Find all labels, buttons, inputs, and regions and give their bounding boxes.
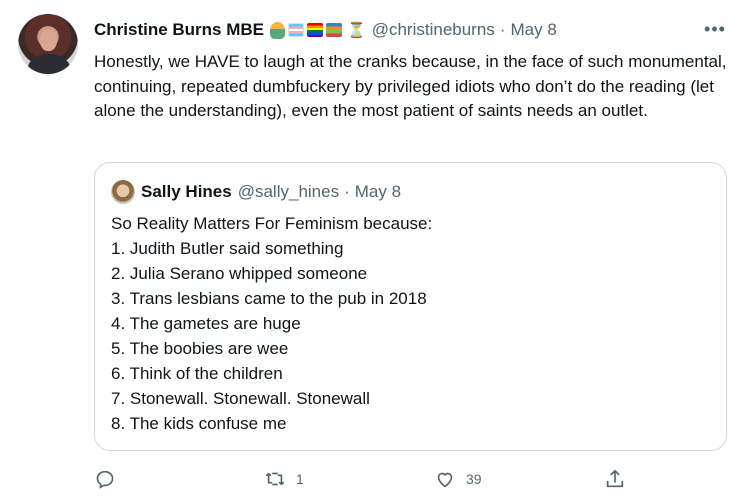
quoted-line: 5. The boobies are wee <box>111 339 289 358</box>
name-emojis: ⏳ <box>270 21 366 39</box>
quoted-display-name: Sally Hines <box>141 182 232 201</box>
more-options-icon[interactable]: ••• <box>700 16 730 42</box>
books-emoji-icon <box>326 23 343 37</box>
avatar-body <box>28 54 70 74</box>
quoted-line: 4. The gametes are huge <box>111 314 301 333</box>
quoted-avatar <box>111 180 135 204</box>
separator-dot: · <box>499 20 506 39</box>
heart-icon <box>437 472 453 488</box>
retweet-icon <box>265 472 285 486</box>
display-name[interactable]: Christine Burns MBE <box>94 20 264 40</box>
quoted-date: May 8 <box>354 182 402 201</box>
reply-button[interactable] <box>94 462 126 496</box>
tweet-text: Honestly, we HAVE to laugh at the cranks… <box>94 52 727 120</box>
handle[interactable]: @christineburns <box>372 20 495 40</box>
quoted-line: 6. Think of the children <box>111 364 283 383</box>
mermaid-emoji-icon <box>270 21 286 39</box>
trans-flag-emoji-icon <box>288 23 305 37</box>
quoted-tweet-header: Sally Hines @sally_hines · May 8 <box>111 180 401 204</box>
quoted-line: 2. Julia Serano whipped someone <box>111 264 368 283</box>
quoted-tweet-text: So Reality Matters For Feminism because:… <box>111 211 711 436</box>
share-icon <box>606 469 624 488</box>
tweet: Christine Burns MBE ⏳ @christineburns · … <box>0 0 751 503</box>
quoted-line: 7. Stonewall. Stonewall. Stonewall <box>111 389 370 408</box>
retweet-button[interactable]: 1 <box>264 462 304 496</box>
quoted-separator-dot: · <box>344 182 350 201</box>
reply-icon <box>96 470 114 489</box>
like-button[interactable]: 39 <box>434 462 482 496</box>
quoted-line: 1. Judith Butler said something <box>111 239 344 258</box>
share-button[interactable] <box>604 462 636 496</box>
like-count: 39 <box>466 471 482 487</box>
quoted-handle: @sally_hines <box>237 182 340 201</box>
hourglass-emoji-icon: ⏳ <box>347 22 366 39</box>
rainbow-flag-emoji-icon <box>307 23 324 37</box>
avatar-face <box>40 29 57 51</box>
retweet-count: 1 <box>296 471 304 487</box>
action-bar: 1 39 <box>94 462 654 496</box>
tweet-date[interactable]: May 8 <box>510 20 556 40</box>
quoted-line: 8. The kids confuse me <box>111 414 287 433</box>
quoted-tweet[interactable]: Sally Hines @sally_hines · May 8 So Real… <box>94 162 727 451</box>
quoted-line: So Reality Matters For Feminism because: <box>111 214 433 233</box>
quoted-line: 3. Trans lesbians came to the pub in 201… <box>111 289 427 308</box>
tweet-header: Christine Burns MBE ⏳ @christineburns · … <box>94 18 557 42</box>
avatar[interactable] <box>18 14 78 74</box>
